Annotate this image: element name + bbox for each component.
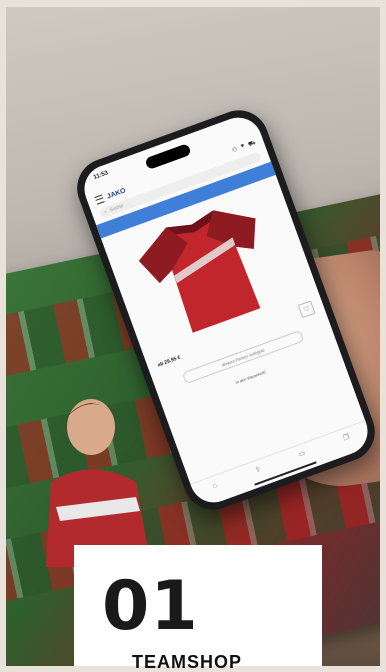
favorite-button[interactable]: ♡ [297, 300, 316, 319]
label-card: 01 TEAMSHOP [74, 545, 322, 671]
search-icon: ⌕ [103, 208, 109, 216]
status-time: 11:53 [92, 170, 110, 182]
user-icon[interactable]: ⚇ [231, 146, 239, 155]
share-icon[interactable]: ⇪ [254, 465, 262, 475]
cart-icon[interactable]: ⛟ [247, 139, 257, 149]
home-icon[interactable]: ⌂ [212, 481, 218, 489]
card-number: 01 [102, 567, 199, 646]
tabs-icon[interactable]: ❐ [342, 433, 350, 443]
card-title: TEAMSHOP [132, 652, 243, 672]
search-placeholder: Suche [108, 203, 125, 214]
brand-logo[interactable]: JAKO [106, 187, 127, 200]
menu-icon[interactable] [94, 194, 105, 205]
product-price: ab 29,95 € [156, 354, 182, 369]
book-icon[interactable]: ▭ [297, 449, 307, 459]
heart-icon[interactable]: ♥ [240, 143, 246, 152]
